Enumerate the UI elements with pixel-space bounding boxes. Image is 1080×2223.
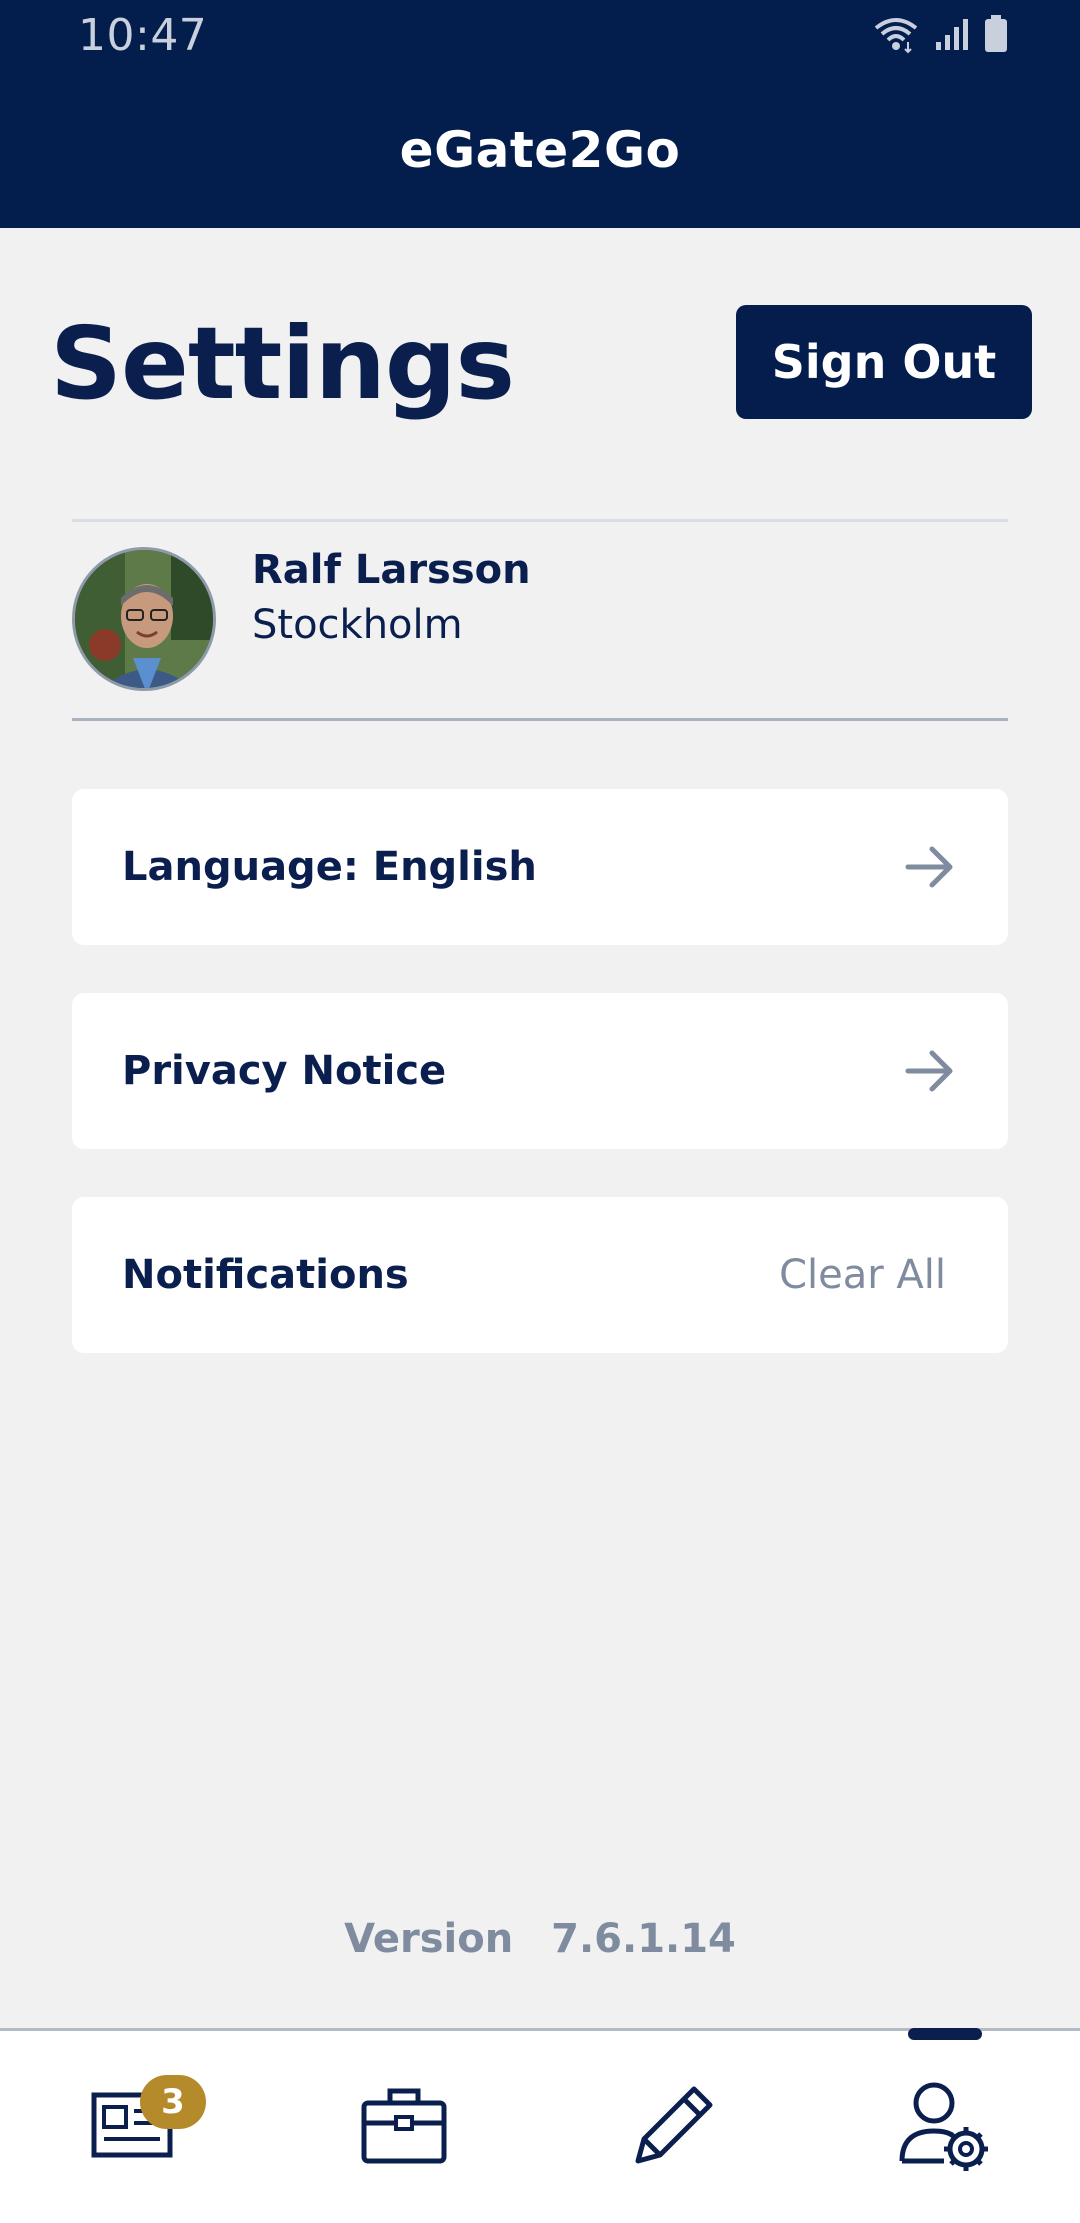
arrow-right-icon [905, 846, 953, 888]
nav-user-settings[interactable] [894, 2075, 994, 2175]
avatar-photo [75, 550, 213, 688]
language-setting[interactable]: Language: English [72, 789, 1008, 945]
status-bar: 10:47 [0, 0, 1080, 74]
user-settings-icon [899, 2082, 988, 2171]
sign-out-button[interactable]: Sign Out [736, 305, 1032, 419]
nav-edit[interactable] [624, 2075, 724, 2175]
notifications-label: Notifications [122, 1252, 409, 1298]
wifi-icon [874, 18, 918, 54]
battery-icon [985, 15, 1007, 52]
version-number: 7.6.1.14 [551, 1916, 736, 1962]
profile-name: Ralf Larsson [252, 547, 531, 593]
version-label: Version [344, 1916, 514, 1962]
privacy-notice-setting[interactable]: Privacy Notice [72, 993, 1008, 1149]
page-title: Settings [50, 305, 515, 422]
nav-briefcase[interactable] [354, 2075, 454, 2175]
profile-section: Ralf Larsson Stockholm [72, 519, 1008, 721]
active-tab-indicator [908, 2028, 982, 2040]
avatar [72, 547, 216, 691]
app-bar: eGate2Go [0, 74, 1080, 228]
status-time: 10:47 [78, 10, 208, 61]
clear-all-button[interactable]: Clear All [779, 1252, 946, 1298]
notifications-setting: Notifications Clear All [72, 1197, 1008, 1353]
pencil-icon [635, 2086, 713, 2164]
bottom-nav: 3 [0, 2028, 1080, 2223]
status-icons [872, 14, 1008, 54]
profile-city: Stockholm [252, 602, 463, 648]
briefcase-icon [361, 2088, 447, 2164]
signal-icon [936, 19, 968, 50]
privacy-label: Privacy Notice [122, 1048, 447, 1094]
version-info: Version 7.6.1.14 [0, 1916, 1080, 1962]
app-title: eGate2Go [399, 121, 681, 179]
language-label: Language: English [122, 844, 537, 890]
arrow-right-icon [905, 1050, 953, 1092]
notification-badge: 3 [140, 2075, 206, 2129]
